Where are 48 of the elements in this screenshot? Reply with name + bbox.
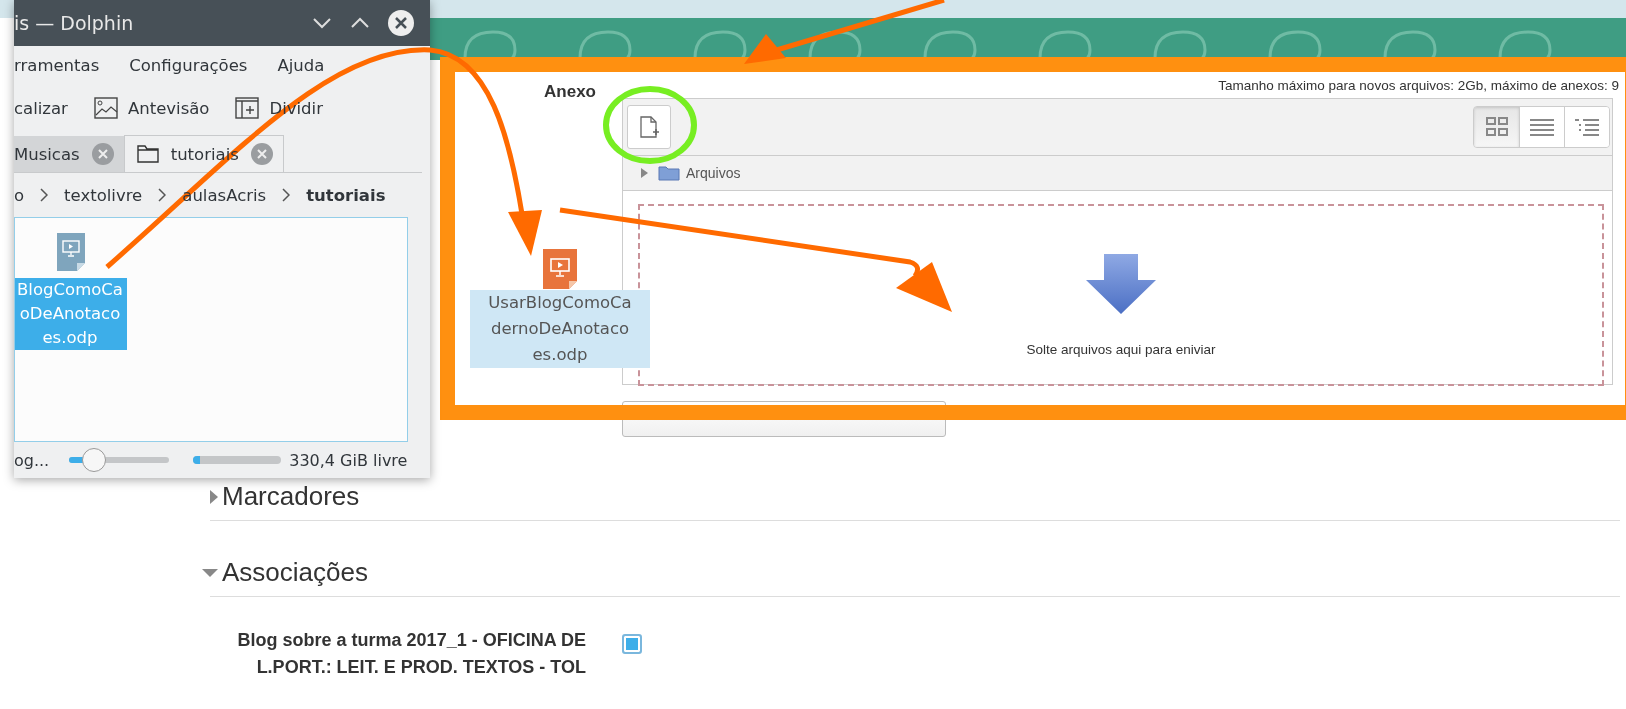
list-view-button[interactable] xyxy=(1519,107,1564,147)
drop-zone-text: Solte arquivos aqui para eniviar xyxy=(1026,341,1216,357)
add-file-button[interactable] xyxy=(627,105,671,149)
grid-view-button[interactable] xyxy=(1474,107,1519,147)
section-heading[interactable]: Associações xyxy=(222,557,368,588)
grid-icon xyxy=(1485,117,1508,137)
add-file-icon xyxy=(638,115,660,139)
breadcrumb-item[interactable]: tutoriais xyxy=(306,185,386,205)
close-icon[interactable] xyxy=(388,10,414,36)
chevron-icon xyxy=(158,188,167,202)
checkbox[interactable] xyxy=(622,634,642,654)
list-icon xyxy=(1530,118,1554,136)
split-view-icon xyxy=(235,97,260,119)
folder-icon xyxy=(136,145,159,163)
section-toggle-icon[interactable] xyxy=(202,568,218,577)
folder-link[interactable]: Arquivos xyxy=(686,165,741,181)
upload-limits-text: Tamanho máximo para novos arquivos: 2Gb, máximo de anexos: 9 xyxy=(1217,78,1619,95)
image-icon xyxy=(93,97,118,119)
presentation-file-icon xyxy=(56,232,86,272)
minimize-icon[interactable] xyxy=(312,17,332,29)
tree-list-icon xyxy=(1575,118,1599,136)
chevron-icon xyxy=(282,188,291,202)
presentation-file-icon xyxy=(542,248,578,290)
preview-button[interactable]: Antevisão xyxy=(93,97,210,119)
toolbar-button[interactable]: calizar xyxy=(14,98,68,118)
field-label: Anexo xyxy=(544,82,596,102)
menu-item[interactable]: Ajuda xyxy=(277,55,325,75)
section-toggle-icon[interactable] xyxy=(210,489,218,504)
status-text: og... xyxy=(14,450,50,470)
down-arrow-icon xyxy=(1084,253,1158,316)
breadcrumb-item[interactable]: o xyxy=(14,185,25,205)
window-title: is — Dolphin xyxy=(14,12,134,34)
menu-item[interactable]: Configurações xyxy=(129,55,248,75)
maximize-icon[interactable] xyxy=(350,17,370,29)
breadcrumb-item[interactable]: textolivre xyxy=(64,185,143,205)
close-tab-icon[interactable] xyxy=(91,143,114,165)
free-space-text: 330,4 GiB livre xyxy=(289,450,408,470)
section-heading[interactable]: Marcadores xyxy=(222,481,360,512)
folder-icon xyxy=(658,165,680,181)
chevron-icon xyxy=(40,188,49,202)
association-label: Blog sobre a turma 2017_1 - OFICINA DE L.PORT.: LEIT. E PROD. TEXTOS - TOL xyxy=(236,629,586,679)
close-tab-icon[interactable] xyxy=(250,143,273,165)
tab[interactable]: Musicas xyxy=(14,136,124,172)
tree-view-button[interactable] xyxy=(1564,107,1609,147)
dragged-file-name: UsarBlogComoCa dernoDeAnotaco es.odp xyxy=(470,290,650,368)
expand-arrow-icon[interactable] xyxy=(641,168,648,178)
slider-thumb[interactable] xyxy=(82,448,106,472)
menu-item[interactable]: rramentas xyxy=(14,55,100,75)
